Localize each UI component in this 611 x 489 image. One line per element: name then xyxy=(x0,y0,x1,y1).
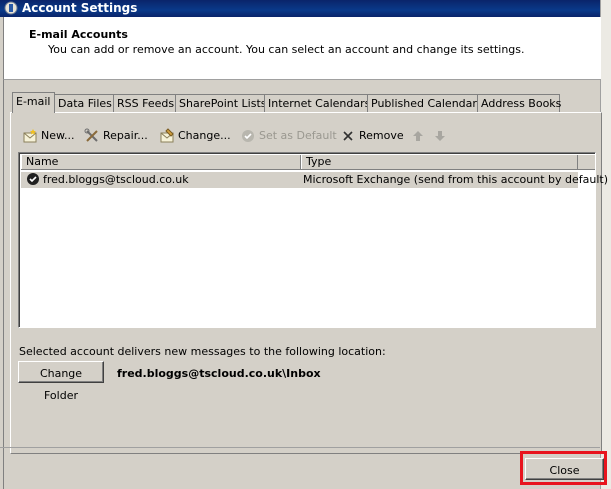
tab-data-files[interactable]: Data Files xyxy=(54,94,114,112)
change-account-icon xyxy=(159,128,175,144)
set-as-default-button[interactable]: Set as Default xyxy=(240,128,337,144)
change-folder-button[interactable]: Change Folder xyxy=(18,361,104,402)
default-account-check-icon xyxy=(25,172,41,188)
new-button[interactable]: New... xyxy=(22,128,74,144)
page-subtitle: You can add or remove an account. You ca… xyxy=(48,43,525,56)
page-title: E-mail Accounts xyxy=(29,28,128,41)
tab-email[interactable]: E-mail xyxy=(12,92,55,113)
repair-label: Repair... xyxy=(103,129,148,142)
tab-sharepoint-lists[interactable]: SharePoint Lists xyxy=(175,94,267,112)
title-bar[interactable]: Account Settings xyxy=(0,0,600,17)
account-name: fred.bloggs@tscloud.co.uk xyxy=(43,173,189,186)
delivery-label: Selected account delivers new messages t… xyxy=(19,345,386,358)
outlook-icon xyxy=(4,1,18,15)
set-as-default-label: Set as Default xyxy=(259,129,337,142)
tab-published-calendars[interactable]: Published Calendars xyxy=(367,94,483,112)
close-x-icon xyxy=(340,128,356,144)
window-title: Account Settings xyxy=(22,1,138,15)
header-panel: E-mail Accounts You can add or remove an… xyxy=(3,17,601,80)
move-up-button[interactable] xyxy=(410,128,426,144)
window-left-edge xyxy=(0,17,4,489)
account-row[interactable]: fred.bloggs@tscloud.co.uk Microsoft Exch… xyxy=(21,172,608,188)
tab-address-books[interactable]: Address Books xyxy=(477,94,561,112)
new-label: New... xyxy=(41,129,75,142)
delivery-location: fred.bloggs@tscloud.co.uk\Inbox xyxy=(117,367,321,380)
new-account-icon xyxy=(22,128,38,144)
repair-button[interactable]: Repair... xyxy=(84,128,148,144)
remove-label: Remove xyxy=(359,129,404,142)
repair-tools-icon xyxy=(84,128,100,144)
arrow-down-icon xyxy=(432,128,448,144)
checkmark-circle-icon xyxy=(240,128,256,144)
account-type: Microsoft Exchange (send from this accou… xyxy=(303,173,609,186)
arrow-up-icon xyxy=(410,128,426,144)
move-down-button[interactable] xyxy=(432,128,448,144)
list-header: Name Type xyxy=(21,155,595,170)
column-header-type[interactable]: Type xyxy=(301,155,578,169)
close-button-highlight xyxy=(520,451,607,485)
account-name-cell: fred.bloggs@tscloud.co.uk xyxy=(25,172,189,188)
change-button[interactable]: Change... xyxy=(159,128,231,144)
tab-rss-feeds[interactable]: RSS Feeds xyxy=(113,94,176,112)
tab-internet-calendars[interactable]: Internet Calendars xyxy=(264,94,370,112)
remove-button[interactable]: Remove xyxy=(340,128,404,144)
column-header-name[interactable]: Name xyxy=(21,155,301,169)
footer-divider xyxy=(0,447,600,448)
accounts-list[interactable]: Name Type fred.bloggs@tscloud.co.uk Micr… xyxy=(18,152,608,328)
change-label: Change... xyxy=(178,129,231,142)
